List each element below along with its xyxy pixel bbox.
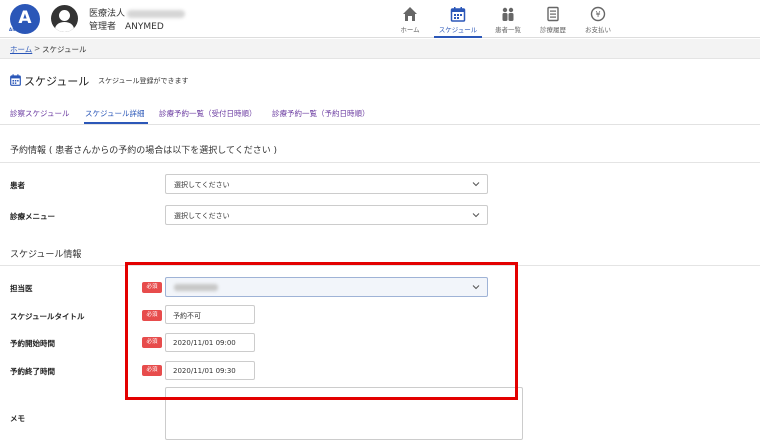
chevron-down-icon xyxy=(472,213,480,218)
menu-label: 診療メニュー xyxy=(10,212,55,221)
calendar-icon xyxy=(450,7,466,22)
logo-letter: A xyxy=(18,8,32,28)
breadcrumb-home-link[interactable]: ホーム xyxy=(10,44,32,55)
memo-label: メモ xyxy=(10,414,25,423)
start-time-label: 予約開始時間 xyxy=(10,339,55,348)
avatar[interactable] xyxy=(51,5,78,32)
highlight-frame xyxy=(125,262,518,400)
nav-patients[interactable]: 患者一覧 xyxy=(484,0,532,38)
patient-select[interactable]: 選択してください xyxy=(165,174,488,194)
nav-home[interactable]: ホーム xyxy=(386,0,434,38)
tab-exam-schedule[interactable]: 診察スケジュール xyxy=(10,108,69,119)
logo-subtitle: ANYMED xyxy=(9,27,31,32)
chevron-down-icon xyxy=(472,182,480,187)
nav-schedule[interactable]: スケジュール xyxy=(434,0,482,38)
redacted-org-name xyxy=(127,9,186,18)
app-header: A ANYMED 医療法人 管理者 ANYMED ホーム スケジュール 患者一覧 xyxy=(0,0,760,38)
tab-schedule-detail[interactable]: スケジュール詳細 xyxy=(85,108,144,119)
patient-select-value: 選択してください xyxy=(174,181,230,189)
page-subtitle: スケジュール登録ができます xyxy=(98,77,189,85)
schedule-section-title: スケジュール情報 xyxy=(10,250,82,260)
nav-home-label: ホーム xyxy=(400,26,420,34)
users-icon xyxy=(502,7,514,21)
reservation-section-title: 予約情報 ( 患者さんからの予約の場合は以下を選択してください ) xyxy=(10,146,278,156)
home-icon xyxy=(403,7,417,21)
organization-label: 医療法人 xyxy=(89,9,126,19)
nav-patients-label: 患者一覧 xyxy=(495,26,521,34)
menu-select-value: 選択してください xyxy=(174,212,230,220)
nav-history-label: 診療履歴 xyxy=(540,26,566,34)
end-time-label: 予約終了時間 xyxy=(10,367,55,376)
organization-name: 医療法人 xyxy=(89,6,186,19)
nav-schedule-label: スケジュール xyxy=(438,26,478,34)
breadcrumb: ホーム > スケジュール xyxy=(0,39,760,59)
schedule-title-label: スケジュールタイトル xyxy=(10,312,85,321)
menu-select[interactable]: 選択してください xyxy=(165,205,488,225)
patient-label: 患者 xyxy=(10,181,25,190)
calendar-icon xyxy=(10,74,21,86)
document-icon xyxy=(547,6,559,22)
svg-text:¥: ¥ xyxy=(595,10,600,19)
yen-icon: ¥ xyxy=(590,6,606,22)
section-divider xyxy=(0,162,760,163)
tabs-divider xyxy=(0,124,760,125)
tab-reservations-by-appointment[interactable]: 診療予約一覧（予約日時順） xyxy=(272,108,370,119)
nav-payment[interactable]: ¥ お支払い xyxy=(574,0,622,38)
nav-payment-label: お支払い xyxy=(585,26,611,34)
tab-reservations-by-received[interactable]: 診療予約一覧（受付日時順） xyxy=(159,108,257,119)
manager-name: 管理者 ANYMED xyxy=(89,22,164,32)
nav-history[interactable]: 診療履歴 xyxy=(529,0,577,38)
doctor-label: 担当医 xyxy=(10,284,33,293)
page-title: スケジュール xyxy=(24,75,90,88)
breadcrumb-separator: > xyxy=(34,44,41,53)
breadcrumb-current: スケジュール xyxy=(42,45,87,54)
